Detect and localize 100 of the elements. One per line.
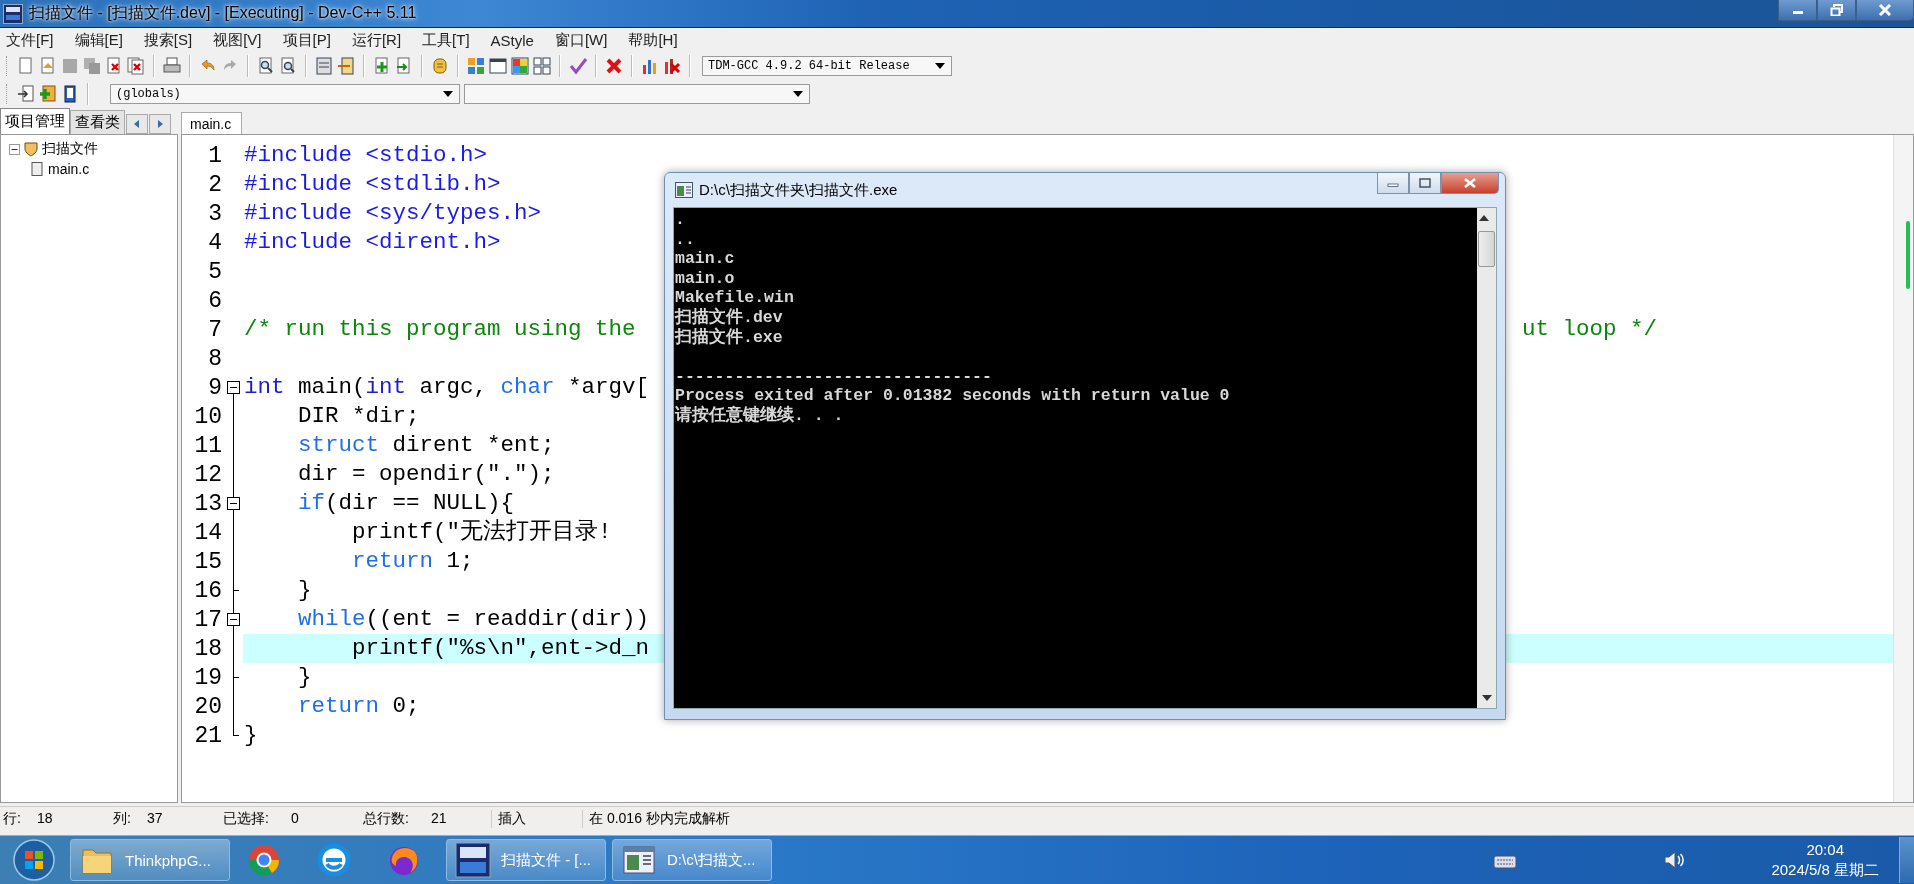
line-number: 11 <box>193 432 222 459</box>
status-label: 行: <box>3 810 22 828</box>
maximize-button[interactable] <box>1409 173 1441 194</box>
code-line: } <box>297 663 312 692</box>
line-number: 1 <box>207 142 222 169</box>
line-number: 21 <box>193 722 222 749</box>
line-number: 17 <box>193 606 222 633</box>
code-line: ut loop */ <box>1521 315 1657 344</box>
menu-item[interactable]: 搜索[S] <box>139 30 202 50</box>
menu-item[interactable]: 项目[P] <box>278 30 340 50</box>
scroll-left-button[interactable] <box>126 114 148 134</box>
line-number: 9 <box>207 374 222 401</box>
code-line: if(dir == NULL){ <box>297 489 515 518</box>
check-icon[interactable] <box>568 56 588 76</box>
status-text: 在 0.016 秒内完成解析 <box>582 810 730 828</box>
fold-toggle-icon[interactable] <box>227 381 240 394</box>
output-line: .. <box>675 229 695 250</box>
line-number: 6 <box>207 287 222 314</box>
fold-toggle-icon[interactable] <box>227 613 240 626</box>
menu-item[interactable]: 工具[T] <box>418 30 479 50</box>
editor-tab[interactable]: main.c <box>181 112 243 134</box>
compiler-dropdown[interactable]: TDM-GCC 4.9.2 64-bit Release <box>702 56 952 76</box>
output-line: Makefile.win <box>675 288 794 308</box>
restore-button[interactable] <box>1817 0 1856 21</box>
app-icon <box>3 3 23 24</box>
scope-dropdown[interactable]: (globals) <box>110 84 460 104</box>
output-line: . <box>675 210 685 230</box>
keyboard-icon[interactable] <box>1493 850 1518 870</box>
close-icon <box>1463 178 1477 188</box>
menu-item[interactable]: 运行[R] <box>347 30 411 50</box>
menu-item[interactable]: 编辑[E] <box>70 30 132 50</box>
close-all-icon[interactable] <box>126 56 146 76</box>
panel-tab[interactable]: 项目管理 <box>0 108 70 134</box>
output-line: 扫描文件.dev <box>675 307 783 327</box>
code-line: while((ent = readdir(dir)) <box>297 605 650 634</box>
code-line: return 0; <box>297 692 420 721</box>
close-button[interactable] <box>1856 0 1914 21</box>
print-icon[interactable] <box>162 56 182 76</box>
fold-toggle-icon[interactable] <box>227 497 240 510</box>
scroll-thumb[interactable] <box>1478 231 1495 267</box>
arrow-right-icon <box>157 120 163 128</box>
code-line: #include <dirent.h> <box>244 228 501 257</box>
panel-tab[interactable]: 查看类 <box>70 110 125 134</box>
output-line: Process exited after 0.01382 seconds with return value 0 <box>675 386 1230 406</box>
code-line: return 1; <box>351 547 474 576</box>
line-number: 15 <box>193 548 222 575</box>
scroll-down-icon[interactable] <box>1480 693 1493 703</box>
close-button[interactable] <box>1441 173 1499 194</box>
line-number: 16 <box>193 577 222 604</box>
line-number: 2 <box>207 171 222 198</box>
start-button[interactable] <box>10 838 58 882</box>
clock[interactable]: 20:04 2024/5/8 星期二 <box>1771 840 1879 880</box>
delete-icon[interactable] <box>604 56 624 76</box>
line-number: 12 <box>193 461 222 488</box>
tree-item[interactable]: main.c <box>48 161 90 177</box>
status-value: 37 <box>147 810 163 828</box>
insert-icon[interactable] <box>16 84 36 104</box>
grid-icon[interactable] <box>466 56 486 76</box>
menu-item[interactable]: 文件[F] <box>2 30 63 50</box>
arrow-left-icon <box>134 120 140 128</box>
line-number: 20 <box>193 693 222 720</box>
minimize-button[interactable] <box>1377 173 1409 194</box>
scroll-right-button[interactable] <box>149 114 171 134</box>
dropdown-caret-icon[interactable] <box>792 90 804 98</box>
speaker-icon[interactable] <box>1663 849 1686 871</box>
line-number: 14 <box>193 519 222 546</box>
window-icon[interactable] <box>488 56 508 76</box>
browser-icon[interactable] <box>316 842 352 878</box>
menu-item[interactable]: 窗口[W] <box>550 30 617 50</box>
dropdown-caret-icon[interactable] <box>442 90 454 98</box>
code-line: #include <stdlib.h> <box>244 170 501 199</box>
tree-item[interactable]: 扫描文件 <box>42 140 98 158</box>
dropdown-caret-icon[interactable] <box>934 62 946 70</box>
collapse-toggle-icon[interactable] <box>9 143 20 155</box>
output-line: 扫描文件.exe <box>675 327 783 348</box>
minimize-button[interactable] <box>1778 0 1817 21</box>
code-line: #include <sys/types.h> <box>244 199 542 228</box>
file-icon <box>29 161 45 177</box>
code-line: dir = opendir("."); <box>297 460 555 489</box>
code-line: printf("%s\n",ent->d_n <box>351 634 650 663</box>
app-icon <box>455 842 491 878</box>
status-text: 插入 <box>491 810 582 828</box>
menu-item[interactable]: 帮助[H] <box>624 30 687 50</box>
tiles-icon[interactable] <box>510 56 530 76</box>
window-title: D:\c\扫描文件夹\扫描文件.exe <box>699 180 899 200</box>
restore-icon <box>1829 4 1844 16</box>
chart-stop-icon[interactable] <box>662 56 682 76</box>
panel-icon[interactable] <box>314 56 334 76</box>
scrollbar[interactable] <box>1477 208 1496 708</box>
scrollbar[interactable] <box>1893 135 1913 802</box>
scroll-up-icon[interactable] <box>1478 213 1490 223</box>
layout-icon[interactable] <box>532 56 552 76</box>
code-line: #include <stdio.h> <box>244 141 488 170</box>
line-number: 4 <box>207 229 222 256</box>
shield-icon <box>23 141 39 157</box>
save-all-icon[interactable] <box>82 56 102 76</box>
menu-item[interactable]: 视图[V] <box>209 30 271 50</box>
status-label: 已选择: <box>223 810 270 828</box>
browser-icon[interactable] <box>246 842 282 878</box>
menu-item[interactable]: AStyle <box>486 31 543 49</box>
